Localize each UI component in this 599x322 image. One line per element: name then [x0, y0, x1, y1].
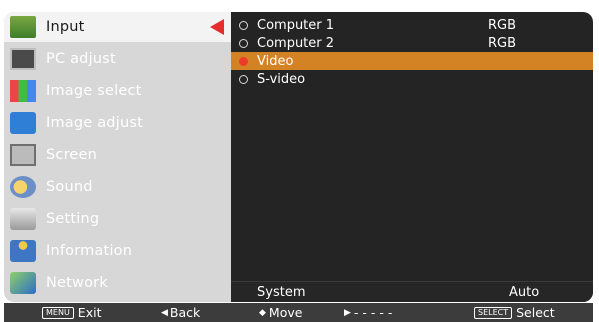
menu-item-screen[interactable]: Screen — [4, 140, 232, 170]
move-label: Move — [268, 305, 303, 320]
move-hint: ◆ Move — [259, 305, 302, 320]
menu-item-label: Screen — [46, 147, 98, 163]
option-label: Video — [257, 53, 294, 69]
move-arrows-icon: ◆ — [259, 307, 266, 318]
input-option-s-video[interactable]: S-video — [231, 70, 593, 88]
option-label: Computer 1 — [257, 17, 335, 33]
sound-icon — [10, 176, 36, 198]
menu-item-label: Input — [46, 19, 85, 35]
radio-icon — [239, 20, 248, 30]
back-label: Back — [169, 305, 201, 320]
image-adjust-icon — [10, 112, 36, 134]
system-label: System — [257, 285, 306, 300]
signal-label: RGB — [488, 35, 517, 51]
select-label: Select — [516, 305, 555, 320]
selection-arrow-icon — [210, 19, 224, 35]
menu-item-input[interactable]: Input — [4, 12, 232, 42]
radio-icon — [239, 38, 248, 48]
main-menu: Input PC adjust Image select Image adjus… — [4, 12, 232, 302]
signal-label: RGB — [488, 17, 517, 33]
input-option-video[interactable]: Video — [231, 52, 593, 70]
input-option-computer-2[interactable]: Computer 2 RGB — [231, 34, 593, 52]
radio-selected-icon — [239, 56, 248, 66]
projector-menu: Input PC adjust Image select Image adjus… — [0, 0, 599, 322]
select-key-icon: SELECT — [474, 306, 513, 319]
input-icon — [10, 16, 36, 38]
menu-item-sound[interactable]: Sound — [4, 172, 232, 202]
next-hint: ▶ - - - - - — [344, 305, 392, 320]
system-setting[interactable]: System Auto — [231, 281, 593, 302]
exit-hint: MENU Exit — [42, 305, 101, 320]
screen-icon — [10, 144, 36, 166]
input-option-computer-1[interactable]: Computer 1 RGB — [231, 16, 593, 34]
system-value: Auto — [509, 285, 540, 300]
menu-item-label: Setting — [46, 211, 100, 227]
menu-item-label: Sound — [46, 179, 93, 195]
back-arrow-icon: ◀ — [161, 307, 168, 318]
input-options-panel: Computer 1 RGB Computer 2 RGB Video S-vi… — [231, 12, 593, 302]
menu-item-label: Network — [46, 275, 108, 291]
menu-key-icon: MENU — [42, 306, 74, 319]
menu-item-image-select[interactable]: Image select — [4, 76, 232, 106]
menu-item-label: Image adjust — [46, 115, 143, 131]
information-icon — [10, 240, 36, 262]
radio-icon — [239, 74, 248, 84]
back-hint: ◀ Back — [161, 305, 200, 320]
menu-item-setting[interactable]: Setting — [4, 204, 232, 234]
menu-item-label: PC adjust — [46, 51, 116, 67]
select-hint: SELECT Select — [474, 305, 555, 320]
exit-label: Exit — [77, 305, 102, 320]
help-bar: MENU Exit ◀ Back ◆ Move ▶ - - - - - SELE… — [4, 303, 593, 322]
menu-item-label: Information — [46, 243, 133, 259]
menu-item-image-adjust[interactable]: Image adjust — [4, 108, 232, 138]
option-label: S-video — [257, 71, 306, 87]
menu-item-label: Image select — [46, 83, 142, 99]
setting-icon — [10, 208, 36, 230]
image-select-icon — [10, 80, 36, 102]
next-label: - - - - - — [353, 305, 393, 320]
pc-adjust-icon — [10, 48, 36, 70]
menu-item-network[interactable]: Network — [4, 268, 232, 298]
menu-item-information[interactable]: Information — [4, 236, 232, 266]
option-label: Computer 2 — [257, 35, 335, 51]
network-icon — [10, 272, 36, 294]
menu-item-pc-adjust[interactable]: PC adjust — [4, 44, 232, 74]
next-arrow-icon: ▶ — [344, 307, 351, 318]
